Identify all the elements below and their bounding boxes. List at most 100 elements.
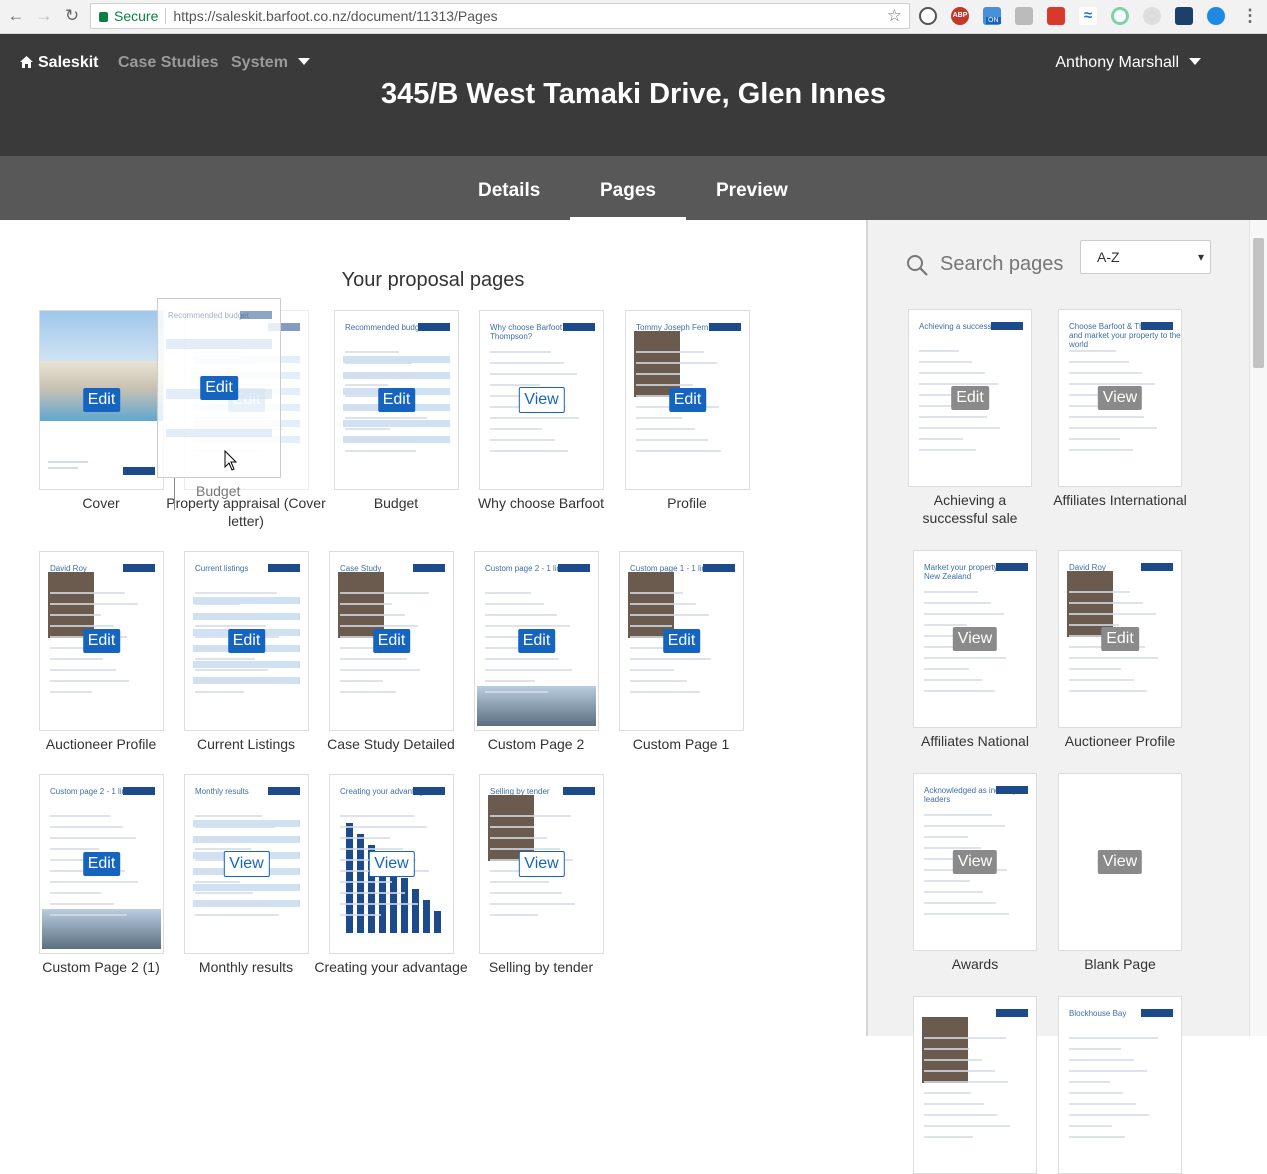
edit-button[interactable]: Edit xyxy=(200,376,238,400)
library-page-card[interactable]: Choose Barfoot & Thompson and market you… xyxy=(1058,309,1182,487)
page-title: Awards xyxy=(951,956,999,972)
extension-bulb-icon[interactable] xyxy=(1143,7,1161,25)
brand-logo xyxy=(703,564,735,572)
tab-pages[interactable]: Pages xyxy=(570,180,686,221)
edit-button[interactable]: Edit xyxy=(377,388,416,412)
bookmark-star-icon[interactable]: ☆ xyxy=(887,4,902,28)
brand-logo xyxy=(709,323,741,331)
library-page-card[interactable]: Acknowledged as industry leaders View xyxy=(913,773,1037,951)
page-title: Why choose Barfoot xyxy=(477,495,605,511)
library-page-card[interactable]: Blockhouse Bay xyxy=(1058,996,1182,1174)
tab-details[interactable]: Details xyxy=(478,180,540,202)
brand-logo xyxy=(268,787,300,795)
portrait-photo xyxy=(922,1017,968,1083)
back-icon[interactable]: ← xyxy=(6,6,26,26)
view-button[interactable]: View xyxy=(518,851,565,877)
brand-label: Saleskit xyxy=(38,54,99,71)
thumbnail-header: Monthly results xyxy=(195,787,249,796)
brand-link[interactable]: Saleskit xyxy=(20,54,98,72)
home-icon xyxy=(20,56,33,68)
edit-button[interactable]: Edit xyxy=(82,629,121,653)
tab-preview[interactable]: Preview xyxy=(716,180,788,202)
edit-button[interactable]: Edit xyxy=(227,629,266,653)
url-text[interactable]: https://saleskit.barfoot.co.nz/document/… xyxy=(173,8,497,24)
edit-button[interactable]: Edit xyxy=(372,629,411,653)
brand-logo xyxy=(123,787,155,795)
edit-button[interactable]: Edit xyxy=(517,629,556,653)
brand-logo xyxy=(996,563,1028,571)
view-button[interactable]: View xyxy=(952,627,998,651)
browser-menu-icon[interactable]: ⋮ xyxy=(1240,6,1260,26)
extension-circle-icon[interactable] xyxy=(1111,7,1129,25)
library-page-card[interactable]: Achieving a successful sale Edit xyxy=(908,309,1032,487)
view-button[interactable]: View xyxy=(952,850,998,874)
extension-grid-icon[interactable] xyxy=(1015,7,1033,25)
library-page-card[interactable]: View xyxy=(1058,773,1182,951)
page-title: Budget xyxy=(373,495,419,511)
reload-icon[interactable]: ↻ xyxy=(62,6,82,26)
brand-logo xyxy=(1141,563,1173,571)
library-page-card[interactable]: David Roy Edit xyxy=(1058,550,1182,728)
document-title: 345/B West Tamaki Drive, Glen Innes xyxy=(380,78,887,110)
view-button[interactable]: View xyxy=(1097,850,1143,874)
drop-indicator xyxy=(174,478,175,510)
user-menu[interactable]: Anthony Marshall xyxy=(1055,54,1201,72)
brand-logo xyxy=(1141,1009,1173,1017)
library-page-card[interactable]: Market your property across New Zealand V… xyxy=(913,550,1037,728)
view-button[interactable]: View xyxy=(223,851,270,877)
view-button[interactable]: View xyxy=(1097,386,1143,410)
proposal-page-card[interactable]: Recommended budget Edit xyxy=(334,310,459,490)
view-button[interactable]: View xyxy=(368,851,415,877)
proposal-page-card[interactable]: Custom page 2 - 1 line title Edit xyxy=(474,551,599,731)
proposal-page-card[interactable]: Selling by tender View xyxy=(479,774,604,954)
extension-wave-icon[interactable]: ≈ xyxy=(1079,7,1097,25)
edit-button[interactable]: Edit xyxy=(662,629,701,653)
extension-recycle-icon[interactable] xyxy=(919,7,937,25)
user-name: Anthony Marshall xyxy=(1055,54,1179,71)
scrollbar-thumb[interactable] xyxy=(1253,238,1264,368)
chart-bar xyxy=(401,878,408,933)
thumbnail-header: Recommended budget xyxy=(168,311,249,320)
proposal-page-card[interactable]: Case Study Edit xyxy=(329,551,454,731)
proposal-page-card[interactable]: Monthly results View xyxy=(184,774,309,954)
tab-bar: Details Pages Preview xyxy=(0,156,1267,221)
edit-button[interactable]: Edit xyxy=(1101,627,1139,651)
proposal-page-card[interactable]: David Roy Edit xyxy=(39,551,164,731)
edit-button[interactable]: Edit xyxy=(82,852,121,876)
chart-bar xyxy=(423,900,430,933)
extension-x-icon[interactable] xyxy=(1207,7,1225,25)
proposal-page-card[interactable]: Creating your advantage View xyxy=(329,774,454,954)
app-header: Saleskit Case Studies System Anthony Mar… xyxy=(0,34,1267,156)
sort-select[interactable]: A-Z xyxy=(1080,240,1211,274)
proposal-page-card[interactable]: Tommy Joseph Fernandes Edit xyxy=(625,310,750,490)
proposal-page-card[interactable]: Edit xyxy=(39,310,164,490)
extension-red-icon[interactable] xyxy=(1047,7,1065,25)
search-icon xyxy=(907,255,928,276)
extension-li-icon[interactable] xyxy=(1175,7,1193,25)
edit-button[interactable]: Edit xyxy=(668,388,707,412)
proposal-page-card[interactable]: Why choose Barfoot & Thompson? View xyxy=(479,310,604,490)
cursor-icon xyxy=(224,450,238,471)
forward-icon[interactable]: → xyxy=(34,6,54,26)
address-bar[interactable]: Secure https://saleskit.barfoot.co.nz/doc… xyxy=(90,3,910,29)
brand-logo xyxy=(996,1009,1028,1017)
library-page-card[interactable] xyxy=(913,996,1037,1174)
edit-button[interactable]: Edit xyxy=(951,386,989,410)
view-button[interactable]: View xyxy=(518,387,565,413)
nav-system[interactable]: System xyxy=(231,54,310,72)
extension-screen-icon[interactable]: ON xyxy=(983,7,1001,25)
nav-case-studies[interactable]: Case Studies xyxy=(118,54,218,72)
proposal-page-card[interactable]: Custom page 2 - 1 line title Edit xyxy=(39,774,164,954)
brand-logo xyxy=(991,322,1023,330)
page-title: Cover xyxy=(82,495,120,511)
page-title: Custom Page 1 xyxy=(632,736,730,752)
proposal-page-card[interactable]: Custom page 1 - 1 line title Edit xyxy=(619,551,744,731)
edit-button[interactable]: Edit xyxy=(82,388,121,412)
adblock-icon[interactable]: ABP xyxy=(951,7,969,25)
secure-label: Secure xyxy=(114,8,159,24)
chart-bar xyxy=(346,823,353,933)
drag-ghost-label: Budget xyxy=(196,483,241,499)
proposal-heading: Your proposal pages xyxy=(341,269,525,291)
page-title: Custom Page 2 xyxy=(487,736,585,752)
proposal-page-card[interactable]: Current listings Edit xyxy=(184,551,309,731)
